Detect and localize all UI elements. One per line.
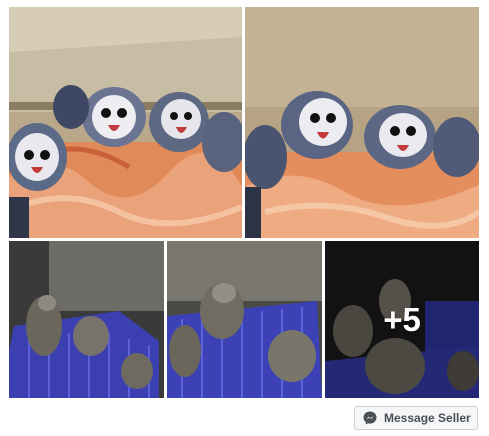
photo-tile-4[interactable] [167, 241, 322, 398]
photo-owl-chicks-1 [9, 7, 242, 238]
photo-tile-5[interactable]: +5 [325, 241, 479, 398]
photo-gallery: +5 [0, 0, 489, 405]
message-seller-label: Message Seller [384, 411, 471, 425]
photo-tile-3[interactable] [9, 241, 164, 398]
photo-tile-1[interactable] [9, 7, 242, 238]
photo-owl-chicks-2 [245, 7, 479, 238]
photo-tile-2[interactable] [245, 7, 479, 238]
photo-chicks-crate-1 [9, 241, 164, 398]
more-photos-overlay[interactable]: +5 [325, 241, 479, 398]
photo-chicks-crate-2 [167, 241, 322, 398]
message-seller-button[interactable]: Message Seller [354, 406, 478, 430]
messenger-icon [363, 411, 377, 425]
